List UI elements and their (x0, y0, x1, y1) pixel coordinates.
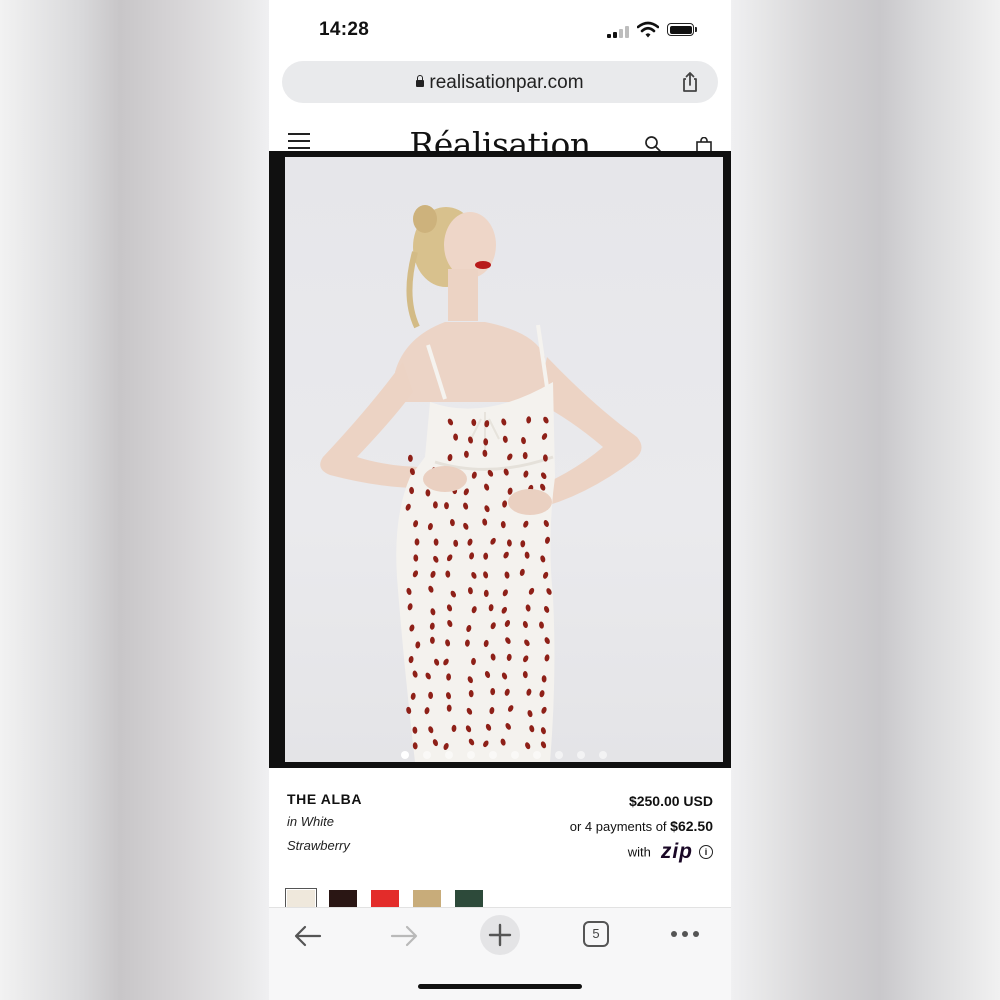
model-in-dress-illustration (320, 205, 642, 762)
battery-icon (667, 23, 697, 36)
cellular-signal-icon (607, 26, 629, 38)
carousel-dot[interactable] (599, 751, 607, 759)
color-swatch[interactable] (329, 890, 357, 908)
installments-text: or 4 payments of $62.50 (570, 818, 713, 834)
strawberry-print-dot (433, 501, 438, 509)
strawberry-print-dot (446, 704, 452, 712)
carousel-dot[interactable] (533, 751, 541, 759)
url-text-wrap: realisationpar.com (282, 72, 718, 94)
carousel-dot[interactable] (489, 751, 497, 759)
carousel-dot[interactable] (467, 751, 475, 759)
installments-prefix: or 4 payments of (569, 819, 667, 834)
home-indicator (418, 984, 582, 989)
carousel-dot[interactable] (423, 751, 431, 759)
product-name: THE ALBA (287, 791, 363, 807)
color-swatch[interactable] (285, 888, 317, 910)
url-text: realisationpar.com (429, 72, 584, 93)
strawberry-print-dot (490, 688, 496, 696)
carousel-dot[interactable] (445, 751, 453, 759)
strawberry-print-dot (522, 452, 528, 460)
with-label: with (627, 844, 651, 860)
back-arrow-icon[interactable] (293, 924, 323, 948)
more-options-icon[interactable] (670, 930, 700, 938)
zip-payment-line: with zip i (627, 840, 713, 864)
product-color: in White Strawberry (287, 814, 350, 853)
carousel-pagination[interactable] (285, 746, 723, 762)
carousel-dot[interactable] (577, 751, 585, 759)
forward-arrow-icon[interactable] (389, 924, 419, 948)
carousel-dot[interactable] (555, 751, 563, 759)
site-header: Réalisation (269, 115, 731, 164)
color-swatch[interactable] (455, 890, 483, 908)
product-photo[interactable] (285, 157, 723, 762)
tabs-count-button[interactable]: 5 (583, 921, 609, 947)
installment-amount: $62.50 (670, 818, 713, 834)
zip-logo[interactable]: zip (661, 840, 693, 864)
product-price: $250.00 USD (628, 793, 713, 809)
strawberry-print-dot (414, 538, 420, 546)
lock-icon (416, 75, 425, 87)
product-image-carousel[interactable] (269, 151, 731, 768)
color-swatch[interactable] (413, 890, 441, 908)
strawberry-print-dot (483, 589, 489, 597)
strawberry-print-dot (407, 454, 413, 462)
wifi-icon (637, 21, 659, 38)
new-tab-plus-icon[interactable] (479, 914, 521, 956)
share-icon[interactable] (678, 70, 702, 94)
address-bar[interactable]: realisationpar.com (282, 61, 718, 103)
phone-screen: 14:28 realisationpar.com Réalisation THE… (269, 0, 731, 1000)
color-swatch[interactable] (371, 890, 399, 908)
carousel-dot[interactable] (511, 751, 519, 759)
info-icon[interactable]: i (699, 845, 713, 859)
carousel-dot[interactable] (401, 751, 409, 759)
status-time: 14:28 (319, 19, 370, 40)
